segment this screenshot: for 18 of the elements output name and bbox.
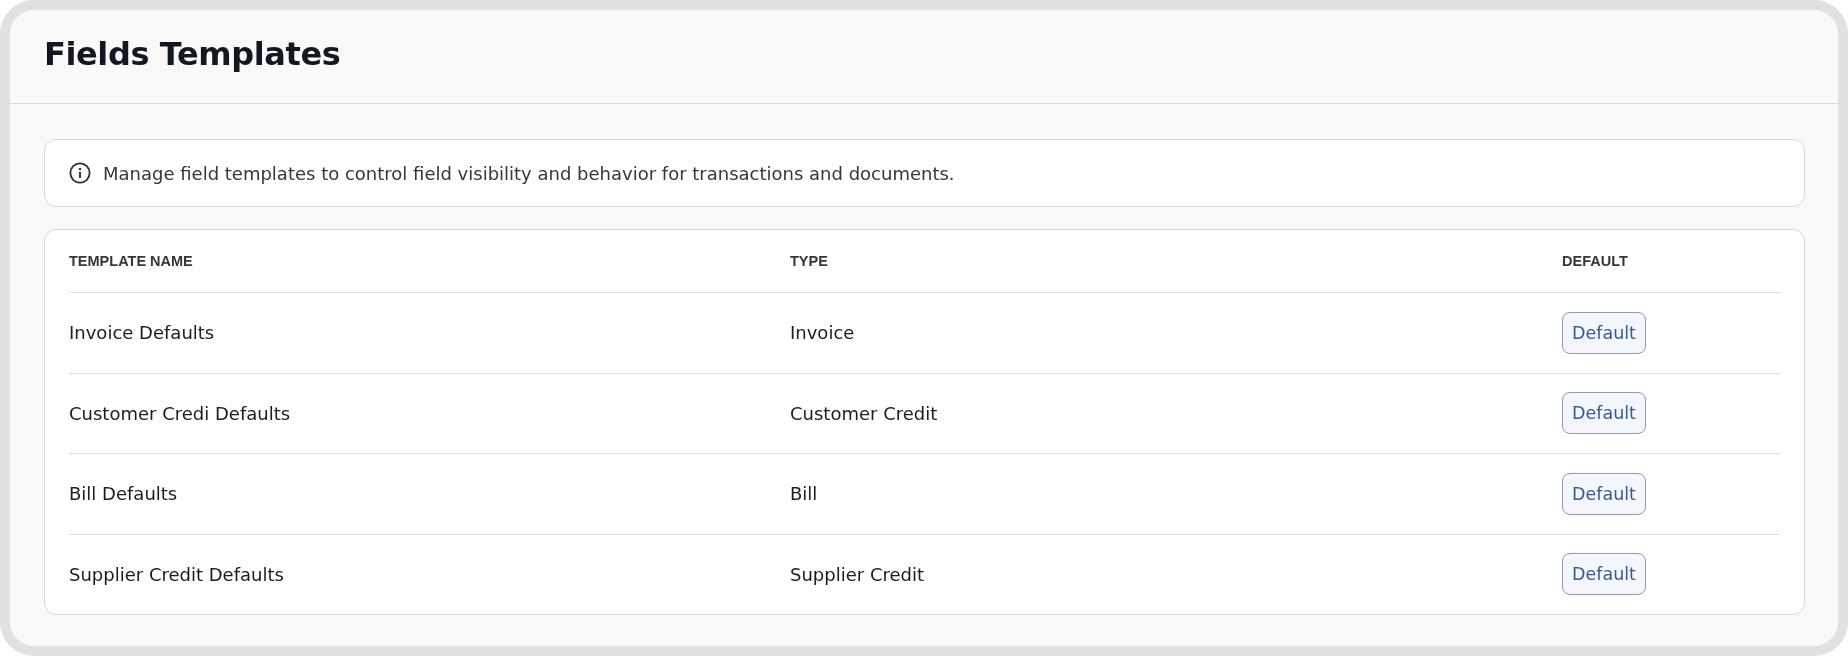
template-name-cell: Bill Defaults	[69, 483, 178, 505]
template-name-cell: Invoice Defaults	[69, 322, 215, 344]
default-tag: Default	[1562, 472, 1646, 515]
type-cell: Supplier Credit	[790, 563, 924, 585]
column-header: TEMPLATE NAME	[69, 253, 193, 269]
type-cell: Bill	[790, 483, 818, 505]
template-name-cell: Supplier Credit Defaults	[69, 563, 284, 585]
info-text: Manage field templates to control field visibility and behavior for transactions and documents.	[103, 162, 955, 184]
default-tag: Default	[1562, 553, 1646, 596]
type-cell: Customer Credit	[790, 402, 938, 424]
template-name-cell: Customer Credi Defaults	[69, 402, 291, 424]
column-header: TYPE	[790, 253, 828, 269]
column-header: DEFAULT	[1562, 253, 1628, 269]
page-title: Fields Templates	[44, 34, 341, 73]
default-tag: Default	[1562, 311, 1646, 354]
type-cell: Invoice	[790, 322, 855, 344]
info-icon	[69, 162, 91, 184]
default-tag: Default	[1562, 392, 1646, 435]
